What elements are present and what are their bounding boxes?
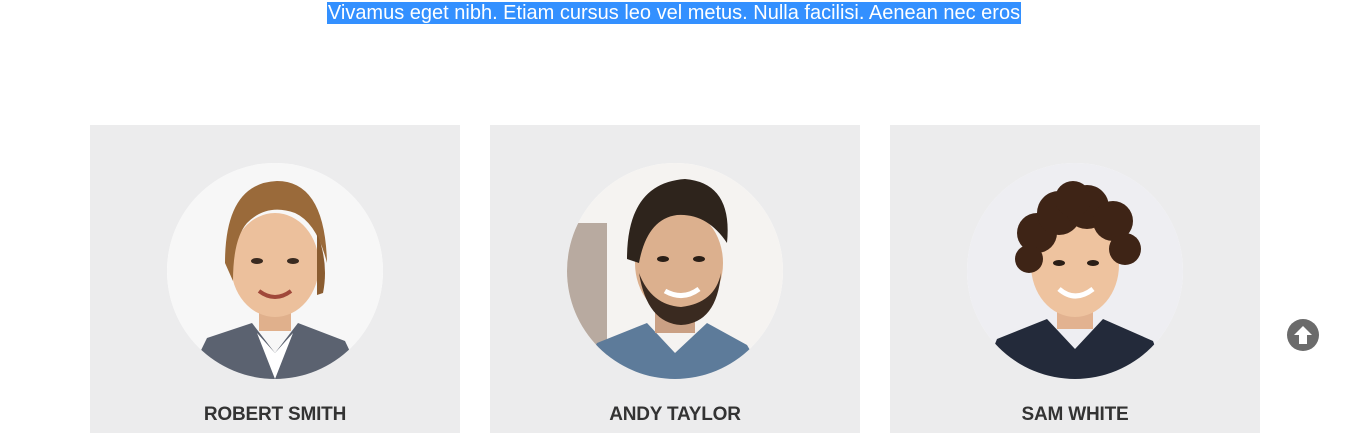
intro-text: Vivamus eget nibh. Etiam cursus leo vel … <box>326 2 1022 24</box>
intro-text-block: Vivamus eget nibh. Etiam cursus leo vel … <box>0 0 1348 26</box>
team-card-robert-smith: ROBERT SMITH <box>90 125 460 433</box>
avatar <box>167 163 383 379</box>
scroll-top-button[interactable] <box>1287 319 1319 351</box>
team-card-andy-taylor: ANDY TAYLOR <box>490 125 860 433</box>
team-card-sam-white: SAM WHITE <box>890 125 1260 433</box>
member-name: SAM WHITE <box>1021 404 1129 425</box>
arrow-circle-up-icon <box>1294 326 1312 344</box>
avatar <box>567 163 783 379</box>
member-name: ROBERT SMITH <box>203 404 347 425</box>
member-name: ANDY TAYLOR <box>609 404 741 425</box>
avatar <box>967 163 1183 379</box>
page: Vivamus eget nibh. Etiam cursus leo vel … <box>0 0 1348 433</box>
